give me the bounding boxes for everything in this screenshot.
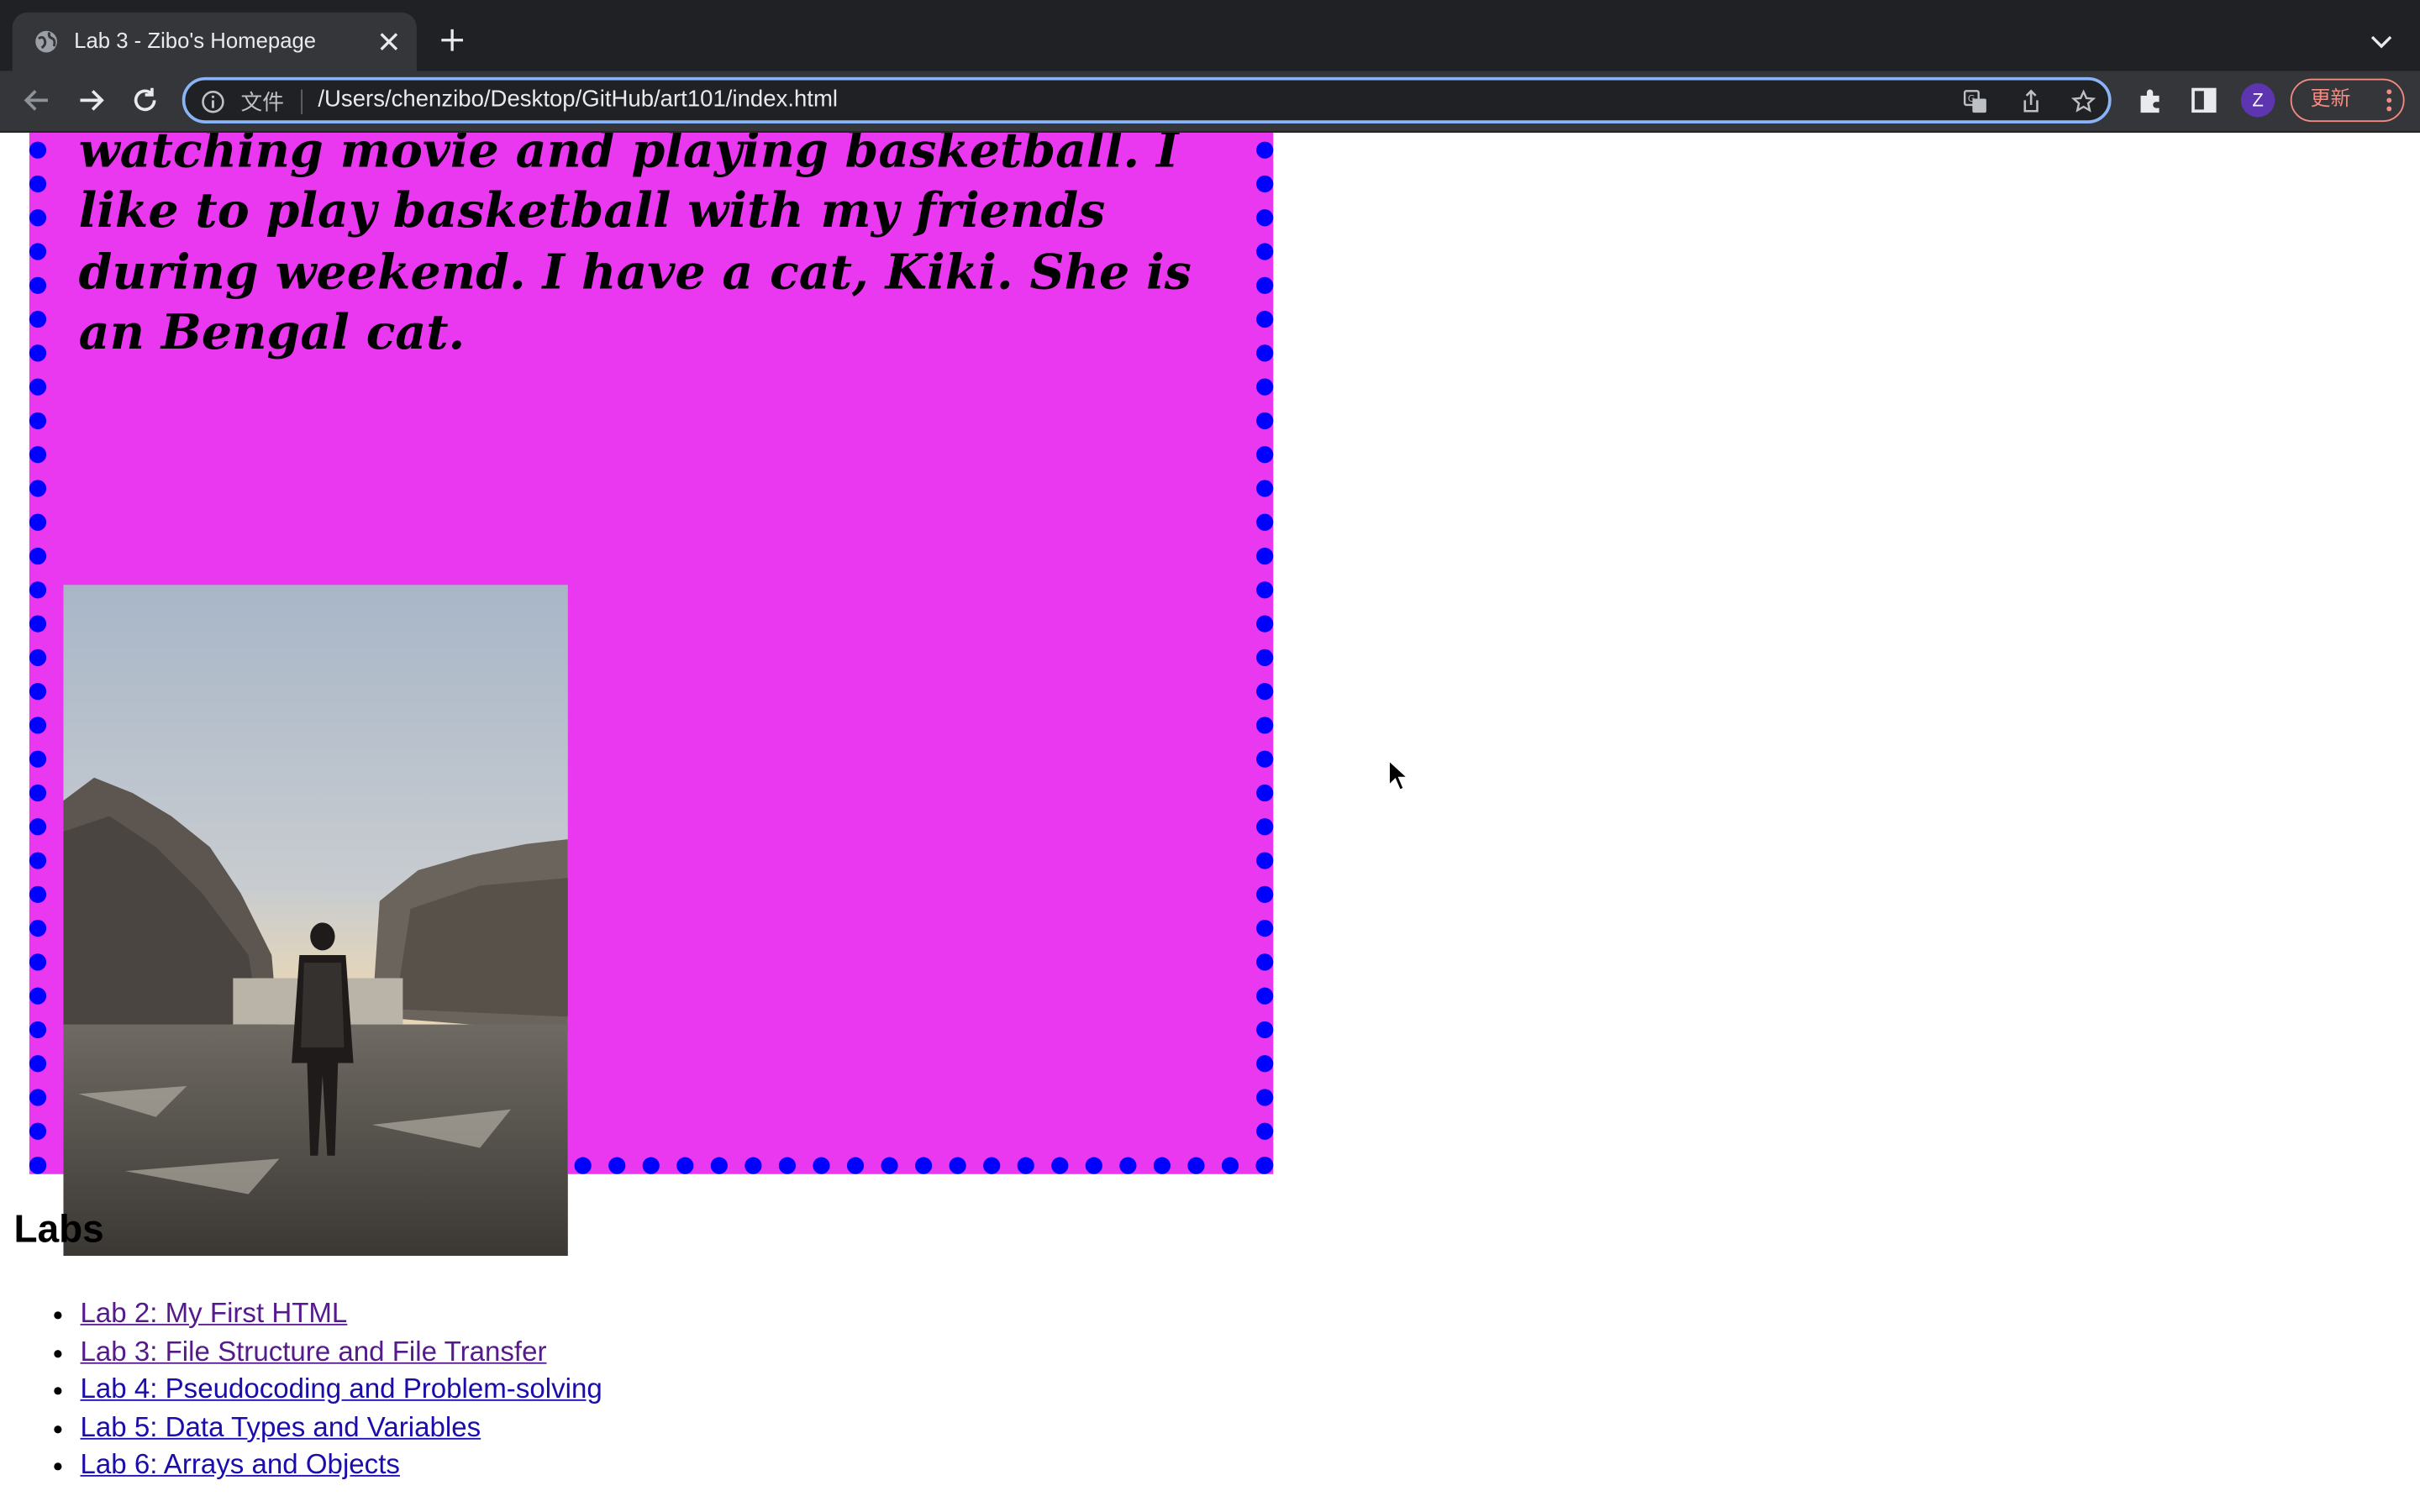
close-tab-icon[interactable] [376, 29, 401, 54]
lab-5-link[interactable]: Lab 5: Data Types and Variables [81, 1411, 481, 1442]
reload-icon[interactable] [129, 85, 160, 116]
lab-2-link[interactable]: Lab 2: My First HTML [81, 1298, 348, 1329]
update-button[interactable]: 更新 [2290, 78, 2405, 123]
tab-strip: Lab 3 - Zibo's Homepage [0, 0, 2420, 71]
page-viewport[interactable]: year film and digital media major. I lik… [0, 132, 2420, 1512]
list-item: Lab 6: Arrays and Objects [81, 1446, 602, 1484]
bookmark-star-icon[interactable] [2070, 89, 2096, 114]
protocol-label: 文件 [240, 89, 284, 114]
list-item: Lab 4: Pseudocoding and Problem-solving [81, 1370, 602, 1408]
browser-toolbar: 文件 /Users/chenzibo/Desktop/GitHub/art101… [0, 71, 2420, 133]
extensions-icon[interactable] [2136, 87, 2164, 114]
lab-6-link[interactable]: Lab 6: Arrays and Objects [81, 1449, 400, 1480]
lab-4-link[interactable]: Lab 4: Pseudocoding and Problem-solving [81, 1373, 602, 1404]
translate-icon[interactable]: G [1963, 90, 1987, 114]
update-label: 更新 [2310, 87, 2351, 112]
omnibox-divider [301, 89, 302, 114]
list-item: Lab 2: My First HTML [81, 1294, 602, 1332]
intro-box: year film and digital media major. I lik… [29, 132, 1274, 1257]
profile-photo [63, 585, 568, 1257]
list-item: Lab 3: File Structure and File Transfer [81, 1332, 602, 1370]
back-icon[interactable] [22, 85, 53, 116]
profile-avatar[interactable]: Z [2240, 83, 2275, 118]
share-icon[interactable] [2018, 89, 2043, 114]
profile-photo-image [63, 585, 568, 1257]
side-panel-icon[interactable] [2190, 87, 2217, 114]
svg-text:G: G [1968, 93, 1975, 104]
more-menu-icon[interactable] [2385, 88, 2394, 113]
globe-icon [35, 30, 57, 53]
address-bar[interactable]: 文件 /Users/chenzibo/Desktop/GitHub/art101… [182, 76, 2112, 123]
new-tab-icon[interactable] [439, 26, 466, 54]
labs-heading: Labs [13, 1208, 104, 1252]
mouse-cursor-icon [1388, 759, 1409, 791]
url-text[interactable]: /Users/chenzibo/Desktop/GitHub/art101/in… [318, 87, 838, 113]
forward-icon[interactable] [76, 85, 107, 116]
chevron-down-icon[interactable] [2369, 29, 2393, 54]
tab-title: Lab 3 - Zibo's Homepage [74, 28, 317, 53]
intro-text: year film and digital media major. I lik… [78, 132, 1192, 361]
browser-tab[interactable]: Lab 3 - Zibo's Homepage [12, 12, 417, 71]
labs-list: Lab 2: My First HTML Lab 3: File Structu… [15, 1294, 602, 1484]
lab-3-link[interactable]: Lab 3: File Structure and File Transfer [81, 1336, 547, 1367]
info-icon[interactable] [201, 90, 225, 114]
list-item: Lab 5: Data Types and Variables [81, 1409, 602, 1446]
